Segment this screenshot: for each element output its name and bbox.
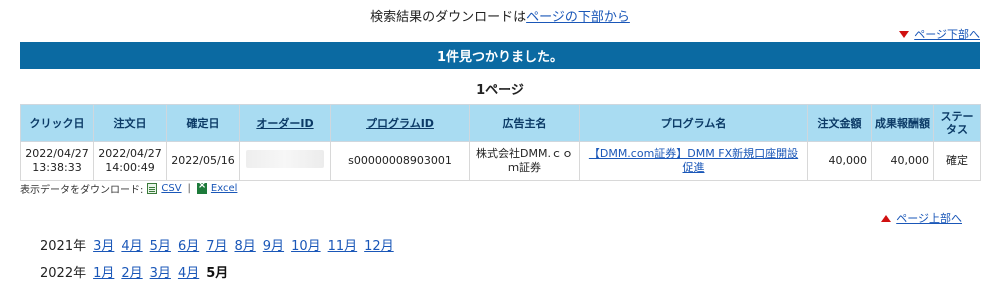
col-reward-amount: 成果報酬額 [871, 104, 934, 142]
cell-program-name: 【DMM.com証券】DMM FX新規口座開設促進 [579, 141, 808, 181]
order-date: 2022/04/27 [98, 147, 162, 160]
col-program-id: プログラムID [330, 104, 470, 142]
cell-order-id [239, 141, 331, 181]
cell-click-datetime: 2022/04/27 13:38:33 [20, 141, 94, 181]
month-link[interactable]: 4月 [178, 262, 199, 281]
click-date: 2022/04/27 [25, 147, 89, 160]
download-excel-link[interactable]: Excel [211, 183, 238, 194]
col-click-date: クリック日 [20, 104, 94, 142]
month-link[interactable]: 6月 [178, 235, 199, 254]
month-link[interactable]: 11月 [328, 235, 358, 254]
masked-order-id [246, 150, 324, 168]
cell-advertiser: 株式会社DMM.ｃｏｍ証券 [469, 141, 580, 181]
col-status: ステータス [933, 104, 981, 142]
cell-order-datetime: 2022/04/27 14:00:49 [93, 141, 167, 181]
cell-status: 確定 [933, 141, 981, 181]
year-label: 2021年 [40, 239, 87, 254]
cell-program-id: s00000008903001 [330, 141, 470, 181]
page-bottom-link[interactable]: ページ下部へ [914, 26, 980, 42]
month-link[interactable]: 4月 [121, 235, 142, 254]
month-link[interactable]: 9月 [263, 235, 284, 254]
sort-program-id-link[interactable]: プログラムID [366, 117, 434, 130]
arrow-down-icon [899, 30, 910, 38]
program-name-link[interactable]: 【DMM.com証券】DMM FX新規口座開設促進 [589, 147, 798, 174]
year-row-2021: 2021年 3月 4月 5月 6月 7月 8月 9月 10月 11月 12月 [40, 235, 394, 254]
table-row: 2022/04/27 13:38:33 2022/04/27 14:00:49 … [20, 141, 981, 181]
current-month: 5月 [206, 266, 229, 281]
col-program-name: プログラム名 [579, 104, 808, 142]
month-link[interactable]: 2月 [121, 262, 142, 281]
order-time: 14:00:49 [105, 161, 155, 174]
year-row-2022: 2022年 1月 2月 3月 4月 5月 [40, 262, 228, 281]
result-count-banner: 1件見つかりました。 [20, 42, 980, 69]
arrow-up-icon [881, 214, 892, 222]
csv-file-icon [147, 183, 158, 194]
month-link[interactable]: 3月 [93, 235, 114, 254]
download-csv-link[interactable]: CSV [161, 183, 181, 194]
month-link[interactable]: 1月 [93, 262, 114, 281]
month-link[interactable]: 7月 [206, 235, 227, 254]
page-count: 1ページ [476, 83, 524, 98]
download-note: 検索結果のダウンロードはページの下部から [0, 6, 1000, 25]
page-top-link[interactable]: ページ上部へ [896, 210, 962, 226]
results-table: クリック日 注文日 確定日 オーダーID プログラムID 広告主名 プログラム名… [20, 104, 981, 181]
click-time: 13:38:33 [32, 161, 82, 174]
month-link[interactable]: 8月 [235, 235, 256, 254]
excel-file-icon [196, 180, 207, 194]
col-confirmed-date: 確定日 [166, 104, 240, 142]
month-link[interactable]: 12月 [364, 235, 394, 254]
separator: | [187, 183, 191, 194]
cell-confirmed-date: 2022/05/16 [166, 141, 240, 181]
month-link[interactable]: 10月 [291, 235, 321, 254]
cell-reward-amount: 40,000 [871, 141, 934, 181]
sort-order-id-link[interactable]: オーダーID [256, 117, 313, 130]
cell-order-amount: 40,000 [807, 141, 872, 181]
table-header-row: クリック日 注文日 確定日 オーダーID プログラムID 広告主名 プログラム名… [20, 104, 981, 142]
col-order-id: オーダーID [239, 104, 331, 142]
download-label: 表示データをダウンロード: [20, 185, 144, 196]
month-link[interactable]: 3月 [150, 262, 171, 281]
page-top-nav[interactable]: ページ上部へ [881, 210, 962, 226]
download-note-text: 検索結果のダウンロードは [370, 10, 527, 25]
download-row: 表示データをダウンロード: CSV | Excel [20, 180, 238, 196]
download-section-link[interactable]: ページの下部から [526, 10, 630, 25]
col-order-amount: 注文金額 [807, 104, 872, 142]
col-order-date: 注文日 [93, 104, 167, 142]
year-label: 2022年 [40, 266, 87, 281]
month-link[interactable]: 5月 [150, 235, 171, 254]
col-advertiser: 広告主名 [469, 104, 580, 142]
page-bottom-nav[interactable]: ページ下部へ [899, 26, 980, 42]
